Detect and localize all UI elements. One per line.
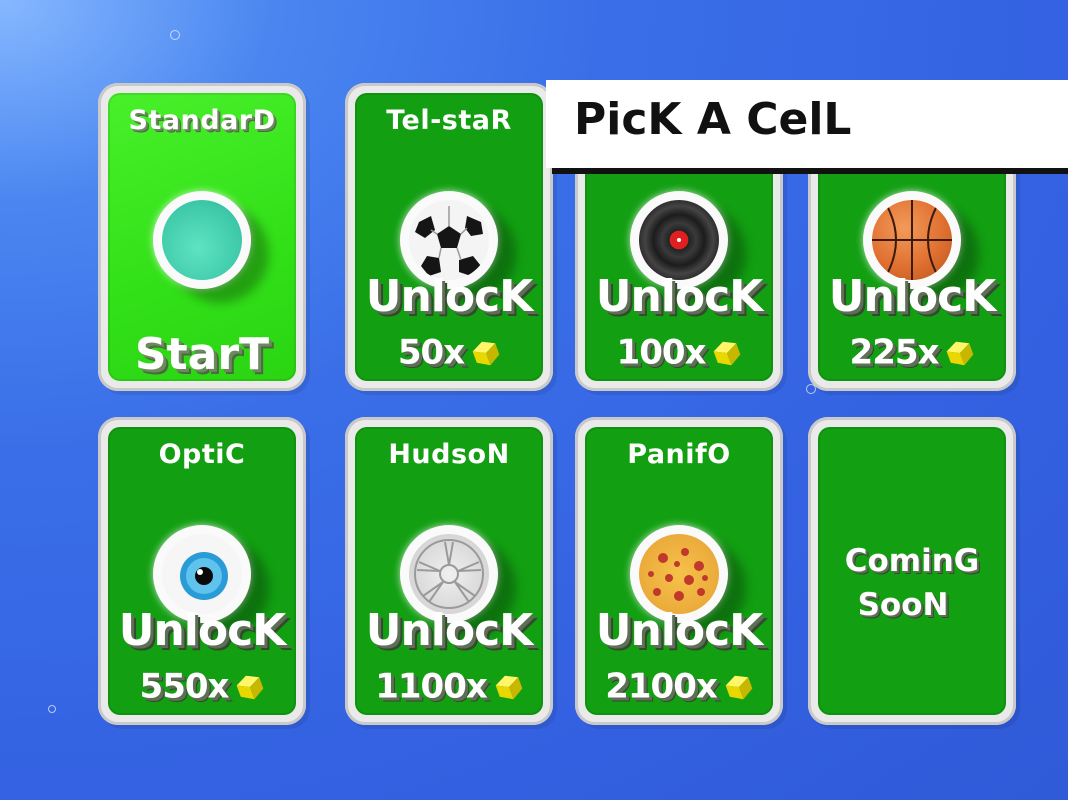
bubble-decoration	[170, 30, 180, 40]
unlock-label: UnlocK	[365, 271, 534, 322]
unlock-label: UnlocK	[595, 605, 764, 656]
price-label: 50x	[355, 331, 543, 373]
price-value: 550x	[139, 666, 230, 707]
coming-soon-label: CominG SooN	[818, 539, 1006, 627]
price-value: 100x	[616, 332, 707, 373]
gold-cube-icon	[714, 341, 741, 365]
bubble-decoration	[48, 705, 56, 713]
unlock-label: UnlocK	[365, 605, 534, 656]
price-label: 1100x	[355, 665, 543, 707]
teal-disc-icon	[153, 191, 251, 289]
price-label: 550x	[108, 665, 296, 707]
banner-title: PicK A CelL	[574, 94, 852, 145]
unlock-label: UnlocK	[828, 271, 997, 322]
cell-face: OptiC UnlocK 550x	[108, 427, 296, 715]
price-value: 225x	[849, 332, 940, 373]
cell-card-telstar[interactable]: Tel-staR UnlocK 50x	[345, 83, 553, 391]
gold-cube-icon	[472, 341, 500, 365]
cell-name: OptiC	[158, 439, 246, 470]
pick-a-cell-banner: PicK A CelL	[546, 80, 1068, 168]
start-button[interactable]: StarT	[108, 329, 296, 380]
cell-card-coming-soon: CominG SooN	[808, 417, 1016, 725]
cell-face: Tel-staR UnlocK 50x	[355, 93, 543, 381]
coming-soon-line1: CominG	[844, 543, 980, 579]
cell-name: StandarD	[128, 105, 276, 136]
unlock-label: UnlocK	[595, 271, 764, 322]
coming-soon-line2: SooN	[857, 587, 949, 623]
cell-name: PanifO	[627, 439, 731, 470]
cell-card-standard[interactable]: StandarD StarT	[98, 83, 306, 391]
gold-cube-icon	[725, 675, 753, 699]
gold-cube-icon	[947, 341, 974, 365]
price-value: 1100x	[375, 666, 488, 707]
price-value: 50x	[397, 332, 465, 373]
price-label: 2100x	[585, 665, 773, 707]
cell-face: CominG SooN	[818, 427, 1006, 715]
gold-cube-icon	[237, 675, 264, 699]
cell-card-hudson[interactable]: HudsoN UnlocK 1100x	[345, 417, 553, 725]
cell-name: Tel-staR	[386, 105, 512, 136]
cell-face: HudsoN UnlocK 1100x	[355, 427, 543, 715]
cell-card-optic[interactable]: OptiC UnlocK 550x	[98, 417, 306, 725]
price-label: 225x	[818, 331, 1006, 373]
price-value: 2100x	[605, 666, 718, 707]
cell-face: PanifO UnlocK 2100x	[585, 427, 773, 715]
price-label: 100x	[585, 331, 773, 373]
gold-cube-icon	[495, 675, 523, 699]
cell-name: HudsoN	[388, 439, 510, 470]
cell-card-panifo[interactable]: PanifO UnlocK 2100x	[575, 417, 783, 725]
unlock-label: UnlocK	[118, 605, 287, 656]
cell-face: StandarD StarT	[108, 93, 296, 381]
